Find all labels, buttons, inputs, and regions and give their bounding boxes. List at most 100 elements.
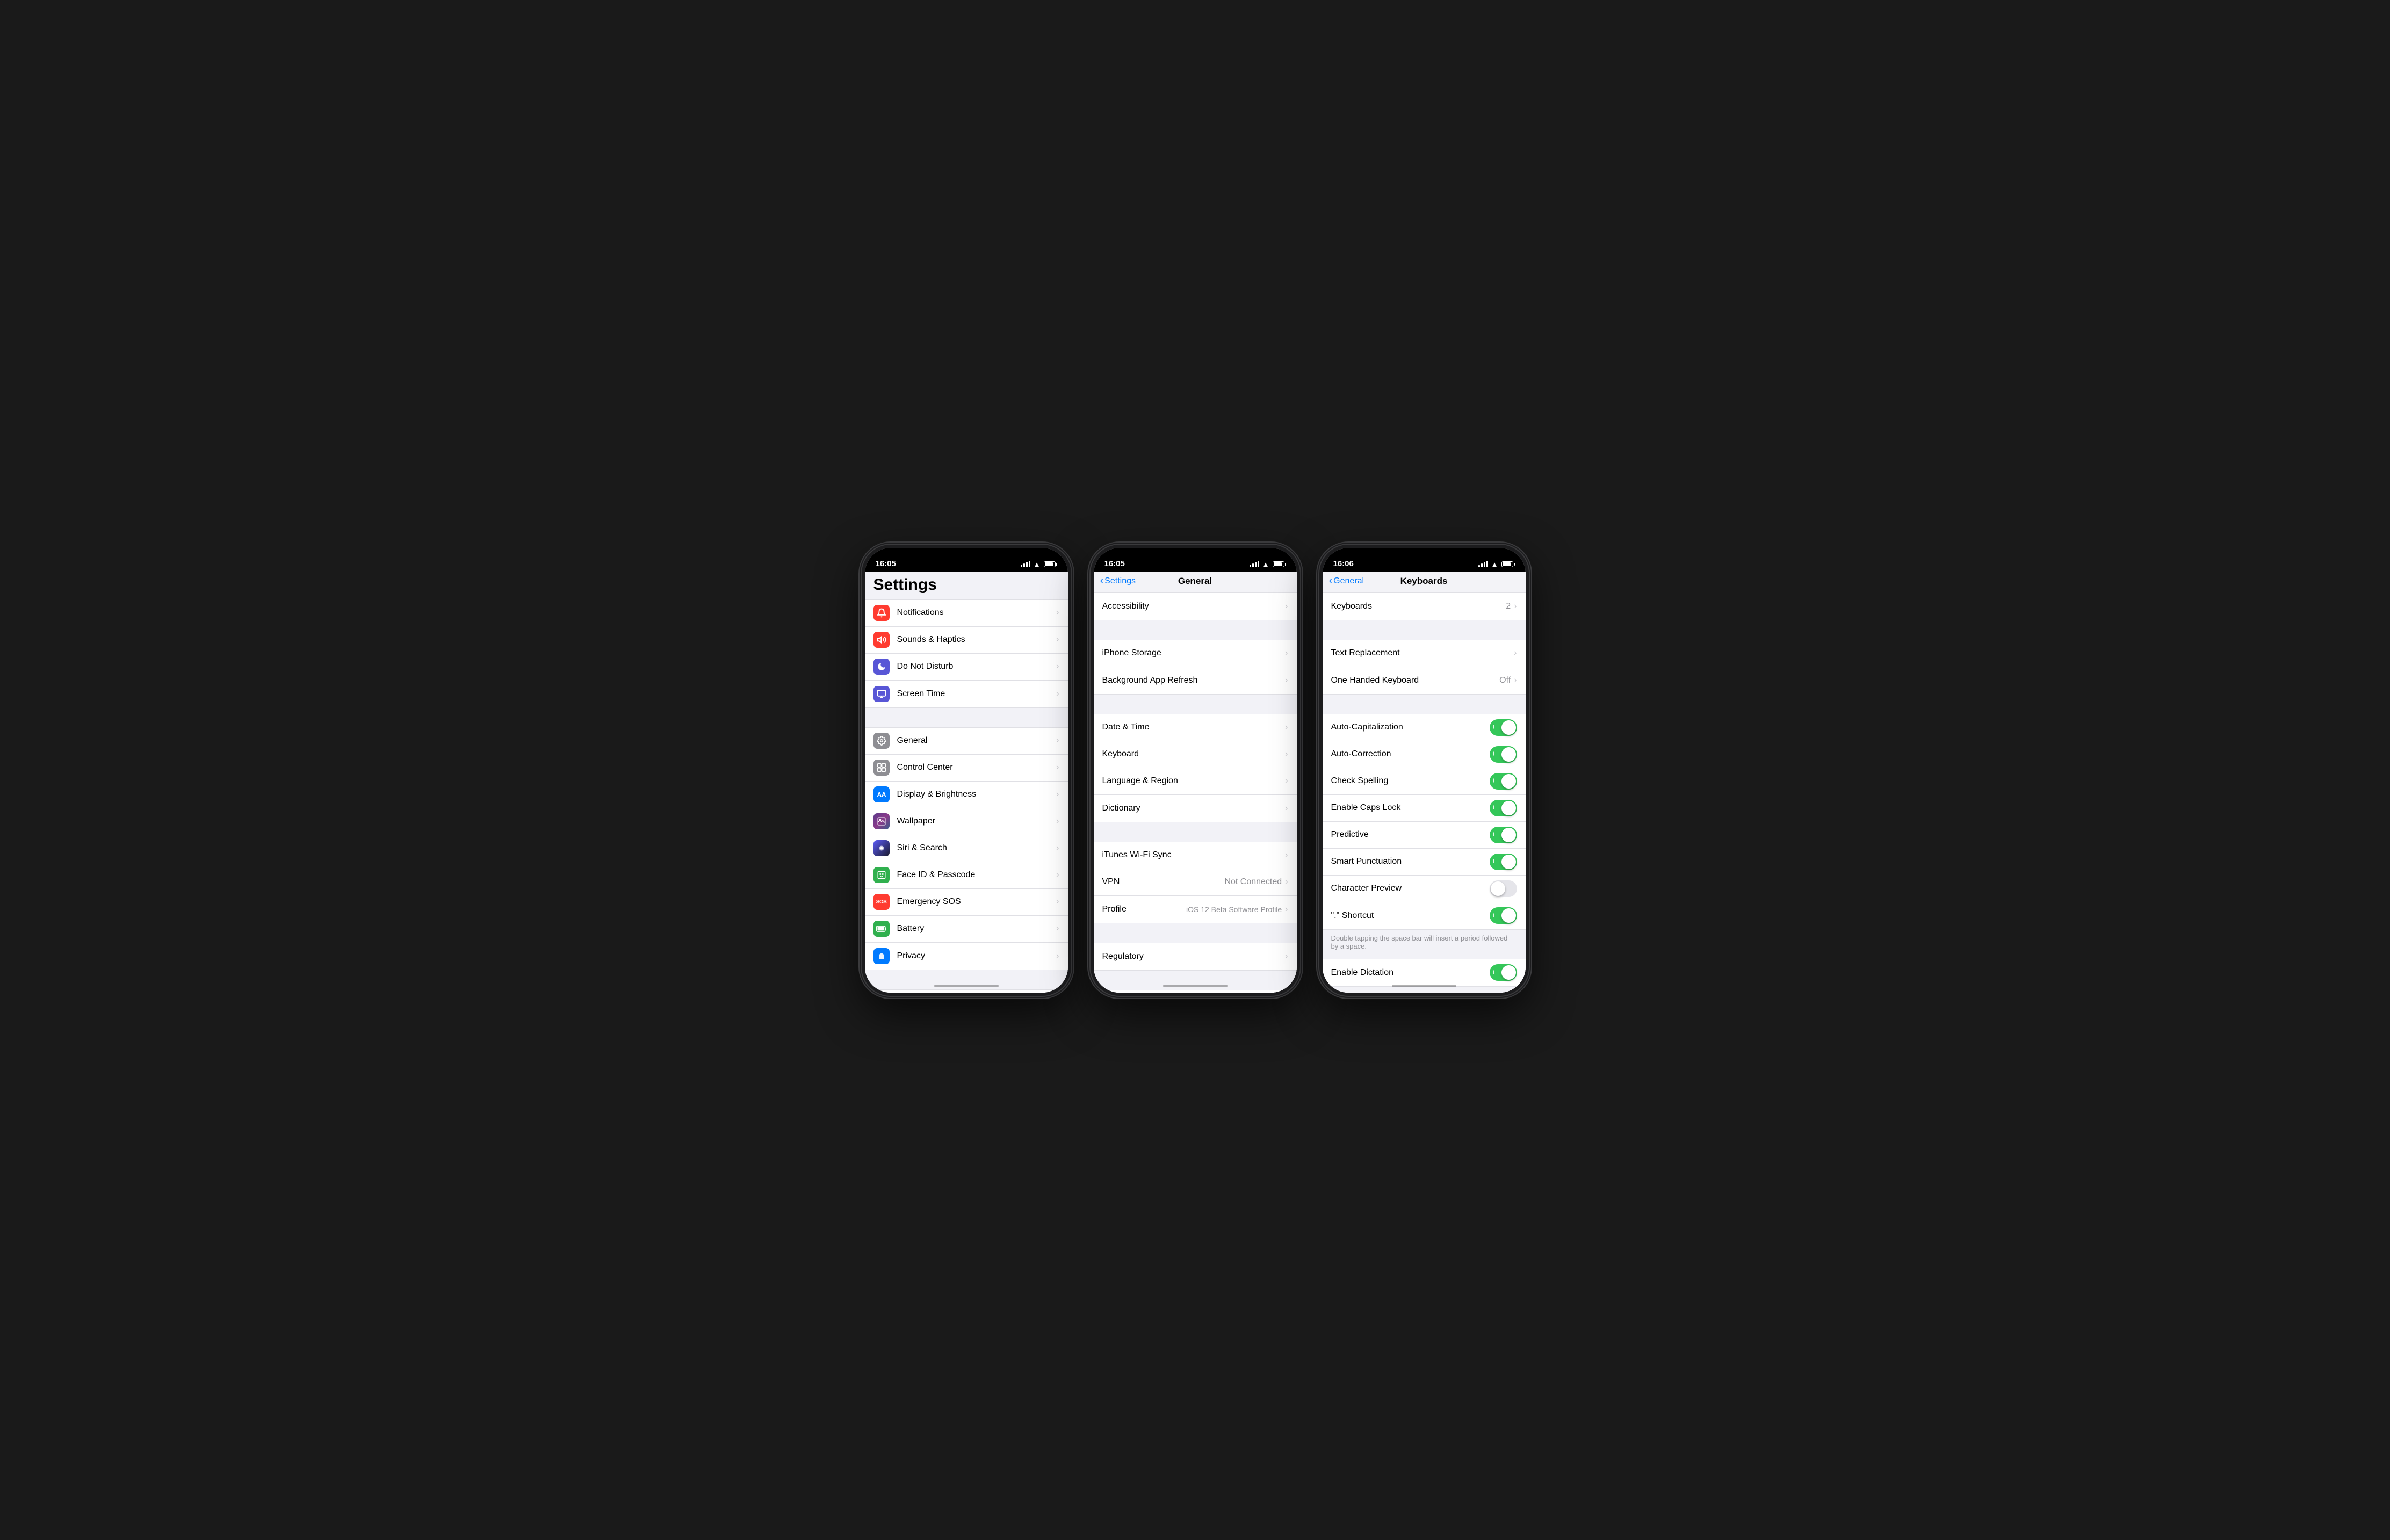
one-handed-label: One Handed Keyboard [1331,676,1500,685]
auto-correct-toggle[interactable]: I [1490,746,1517,763]
list-item-check-spelling[interactable]: Check Spelling I [1323,768,1526,795]
auto-cap-label: Auto-Capitalization [1331,722,1490,732]
list-item-appstore[interactable]: iTunes & App Store › [865,990,1068,993]
list-item-caps-lock[interactable]: Enable Caps Lock I [1323,795,1526,822]
list-item-sounds[interactable]: Sounds & Haptics › [865,627,1068,654]
settings-list[interactable]: Notifications › Sounds & Haptics › [865,599,1068,993]
list-item-dictionary[interactable]: Dictionary › [1094,795,1297,822]
wifi-icon-1: ▲ [1034,560,1041,568]
list-item-accessibility[interactable]: Accessibility › [1094,593,1297,620]
one-handed-value: Off [1499,676,1511,685]
list-item-display[interactable]: AA Display & Brightness › [865,782,1068,808]
gap-g3 [1094,822,1297,842]
general-group-6: Reset › [1094,990,1297,993]
notifications-icon [873,605,890,621]
list-item-keyboard[interactable]: Keyboard › [1094,741,1297,768]
back-button-2[interactable]: ‹ Settings [1100,576,1136,586]
list-item-dictation[interactable]: Enable Dictation I [1323,959,1526,986]
privacy-chevron: › [1056,951,1059,961]
list-item-period-shortcut[interactable]: "." Shortcut I [1323,902,1526,929]
about-dictation-link[interactable]: About Dictation and Privacy... [1323,987,1526,993]
list-item-controlcenter[interactable]: Control Center › [865,755,1068,782]
list-item-regulatory[interactable]: Regulatory › [1094,943,1297,970]
signal-bar-1 [1021,565,1022,567]
list-item-char-preview[interactable]: Character Preview [1323,876,1526,902]
list-item-vpn[interactable]: VPN Not Connected › [1094,869,1297,896]
list-item-faceid[interactable]: Face ID & Passcode › [865,862,1068,889]
home-indicator-3 [1392,985,1456,987]
display-icon: AA [873,786,890,802]
list-item-smart-punctuation[interactable]: Smart Punctuation I [1323,849,1526,876]
sounds-icon [873,632,890,648]
kb-group-3: Auto-Capitalization I Auto-Correction I [1323,714,1526,930]
list-item-keyboards[interactable]: Keyboards 2 › [1323,593,1526,620]
battery-tip-1 [1056,563,1057,566]
keyboards-list[interactable]: Keyboards 2 › Text Replacement › O [1323,592,1526,993]
auto-cap-toggle[interactable]: I [1490,719,1517,736]
status-time-3: 16:06 [1333,559,1354,568]
check-spelling-label: Check Spelling [1331,776,1490,786]
list-item-predictive[interactable]: Predictive I [1323,822,1526,849]
siri-label: Siri & Search [897,843,1057,853]
list-item-one-handed[interactable]: One Handed Keyboard Off › [1323,667,1526,694]
controlcenter-label: Control Center [897,763,1057,772]
dictionary-label: Dictionary [1102,804,1286,813]
list-item-background-refresh[interactable]: Background App Refresh › [1094,667,1297,694]
predictive-toggle[interactable]: I [1490,827,1517,843]
language-label: Language & Region [1102,776,1286,786]
general-list[interactable]: Accessibility › iPhone Storage › Backgro… [1094,592,1297,993]
iphone-storage-label: iPhone Storage [1102,648,1286,658]
wifi-icon-2: ▲ [1262,560,1269,568]
list-item-siri[interactable]: Siri & Search › [865,835,1068,862]
sounds-chevron: › [1056,635,1059,645]
dnd-chevron: › [1056,662,1059,671]
back-label-2: Settings [1104,576,1136,586]
list-item-screentime[interactable]: Screen Time › [865,681,1068,707]
caps-lock-label: Enable Caps Lock [1331,803,1490,813]
list-item-sos[interactable]: SOS Emergency SOS › [865,889,1068,916]
back-button-3[interactable]: ‹ General [1329,576,1364,586]
screentime-icon [873,686,890,702]
list-item-privacy[interactable]: Privacy › [865,943,1068,970]
general-group-2: iPhone Storage › Background App Refresh … [1094,640,1297,695]
battery-fill-1 [1045,562,1053,566]
caps-lock-toggle[interactable]: I [1490,800,1517,816]
siri-icon [873,840,890,856]
check-spelling-toggle[interactable]: I [1490,773,1517,790]
status-icons-2: ▲ [1250,560,1286,568]
list-item-auto-cap[interactable]: Auto-Capitalization I [1323,714,1526,741]
predictive-label: Predictive [1331,830,1490,840]
list-item-iphone-storage[interactable]: iPhone Storage › [1094,640,1297,667]
smart-punctuation-toggle[interactable]: I [1490,854,1517,870]
list-item-notifications[interactable]: Notifications › [865,600,1068,627]
vpn-value: Not Connected [1224,877,1282,887]
faceid-icon [873,867,890,883]
back-chevron-3: ‹ [1329,575,1333,586]
sos-label: Emergency SOS [897,897,1057,907]
screentime-chevron: › [1056,689,1059,699]
wifi-icon-3: ▲ [1491,560,1498,568]
list-item-profile[interactable]: Profile iOS 12 Beta Software Profile › [1094,896,1297,923]
itunes-wifi-label: iTunes Wi-Fi Sync [1102,850,1286,860]
phone-2-screen: 16:05 ▲ [1094,548,1297,993]
list-item-general[interactable]: General › [865,728,1068,755]
list-item-wallpaper[interactable]: Wallpaper › [865,808,1068,835]
profile-value: iOS 12 Beta Software Profile [1186,905,1282,914]
battery-setting-icon [873,921,890,937]
list-item-text-replacement[interactable]: Text Replacement › [1323,640,1526,667]
list-item-language[interactable]: Language & Region › [1094,768,1297,795]
vpn-label: VPN [1102,877,1225,887]
list-item-datetime[interactable]: Date & Time › [1094,714,1297,741]
period-shortcut-toggle[interactable]: I [1490,907,1517,924]
list-item-dnd[interactable]: Do Not Disturb › [865,654,1068,681]
char-preview-toggle[interactable] [1490,880,1517,897]
dictation-toggle[interactable]: I [1490,964,1517,981]
controlcenter-chevron: › [1056,763,1059,772]
faceid-chevron: › [1056,870,1059,880]
list-item-auto-correct[interactable]: Auto-Correction I [1323,741,1526,768]
siri-chevron: › [1056,843,1059,853]
list-item-itunes-wifi[interactable]: iTunes Wi-Fi Sync › [1094,842,1297,869]
list-item-battery[interactable]: Battery › [865,916,1068,943]
list-item-reset[interactable]: Reset › [1094,990,1297,993]
gap-kb1 [1323,620,1526,640]
